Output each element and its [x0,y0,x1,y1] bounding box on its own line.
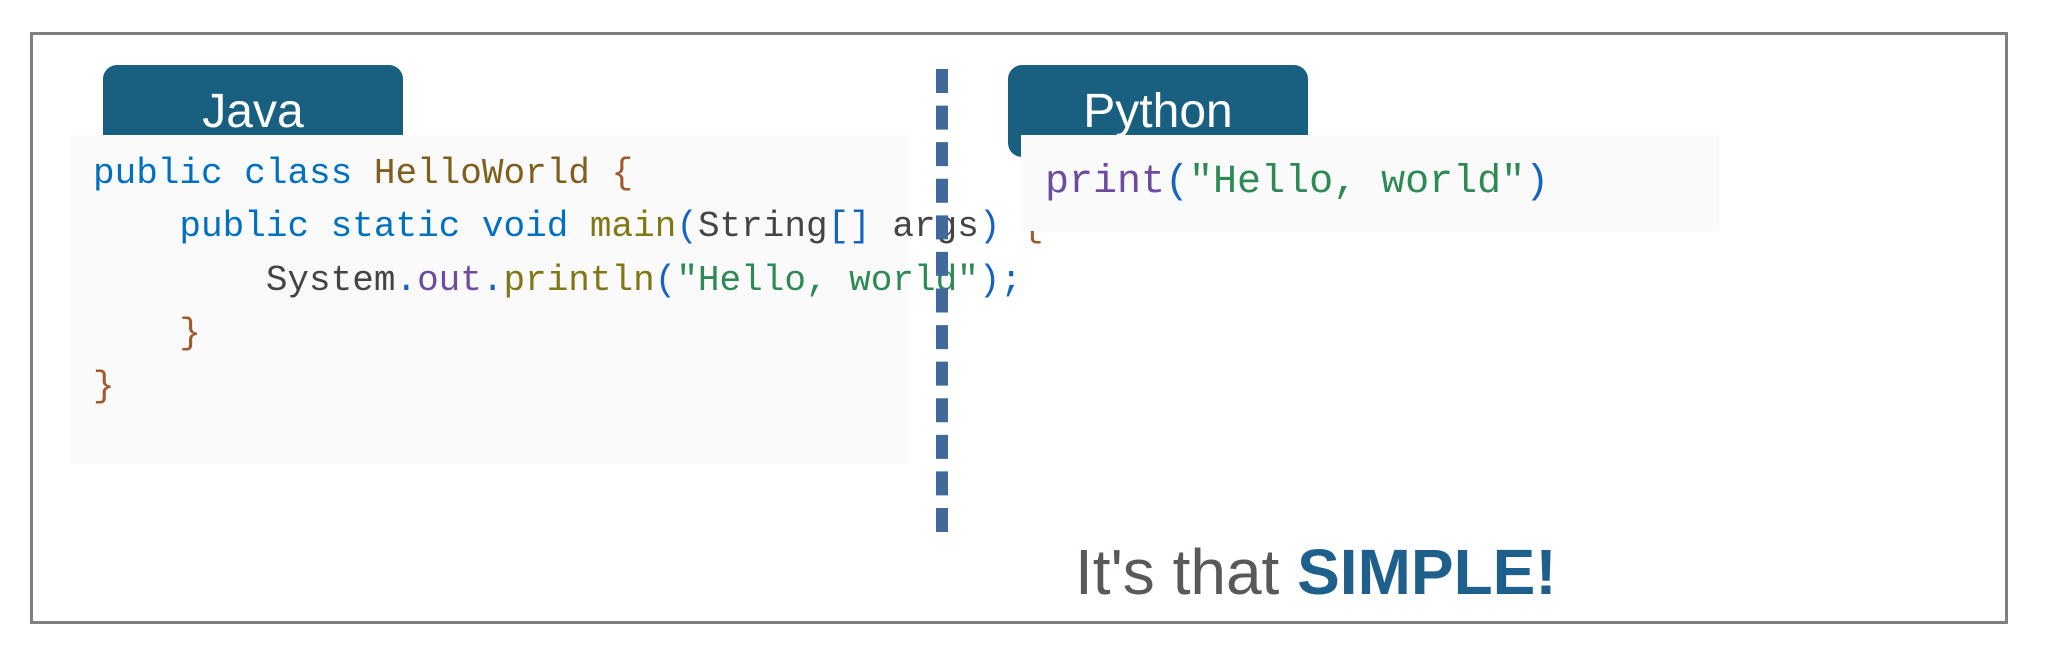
tagline-emph: SIMPLE [1297,536,1535,608]
python-label: Python [1083,84,1232,139]
code-string: "Hello, world" [676,260,978,301]
code-keyword: static [331,206,461,247]
code-system: System [266,260,396,301]
tagline-excl: ! [1535,536,1556,608]
code-classname: HelloWorld [374,153,590,194]
code-brace: } [93,366,115,407]
code-keyword: void [482,206,568,247]
vertical-divider [936,69,948,532]
code-brace: { [612,153,634,194]
code-brace: } [179,313,201,354]
code-type: String [698,206,828,247]
code-string: "Hello, world" [1189,160,1525,205]
code-paren: ) [979,206,1001,247]
code-dot: . [395,260,417,301]
code-keyword: public [179,206,309,247]
code-dot: . [482,260,504,301]
code-function: print [1045,160,1165,205]
python-code-block: print("Hello, world") [1021,135,1719,231]
code-keyword: class [244,153,352,194]
code-println: println [503,260,654,301]
code-out: out [417,260,482,301]
code-keyword: public [93,153,223,194]
java-code-block: public class HelloWorld { public static … [71,135,909,463]
tagline-pre: It's that [1075,536,1297,608]
code-paren: ( [655,260,677,301]
code-semicolon: ; [1000,260,1022,301]
tagline: It's that SIMPLE! [1075,535,1557,609]
code-paren: ( [676,206,698,247]
code-brackets: [] [828,206,871,247]
code-paren: ) [1525,160,1549,205]
java-label: Java [202,84,303,139]
comparison-frame: Java public class HelloWorld { public st… [30,32,2008,624]
code-paren: ( [1165,160,1189,205]
code-paren: ) [979,260,1001,301]
code-method: main [590,206,676,247]
